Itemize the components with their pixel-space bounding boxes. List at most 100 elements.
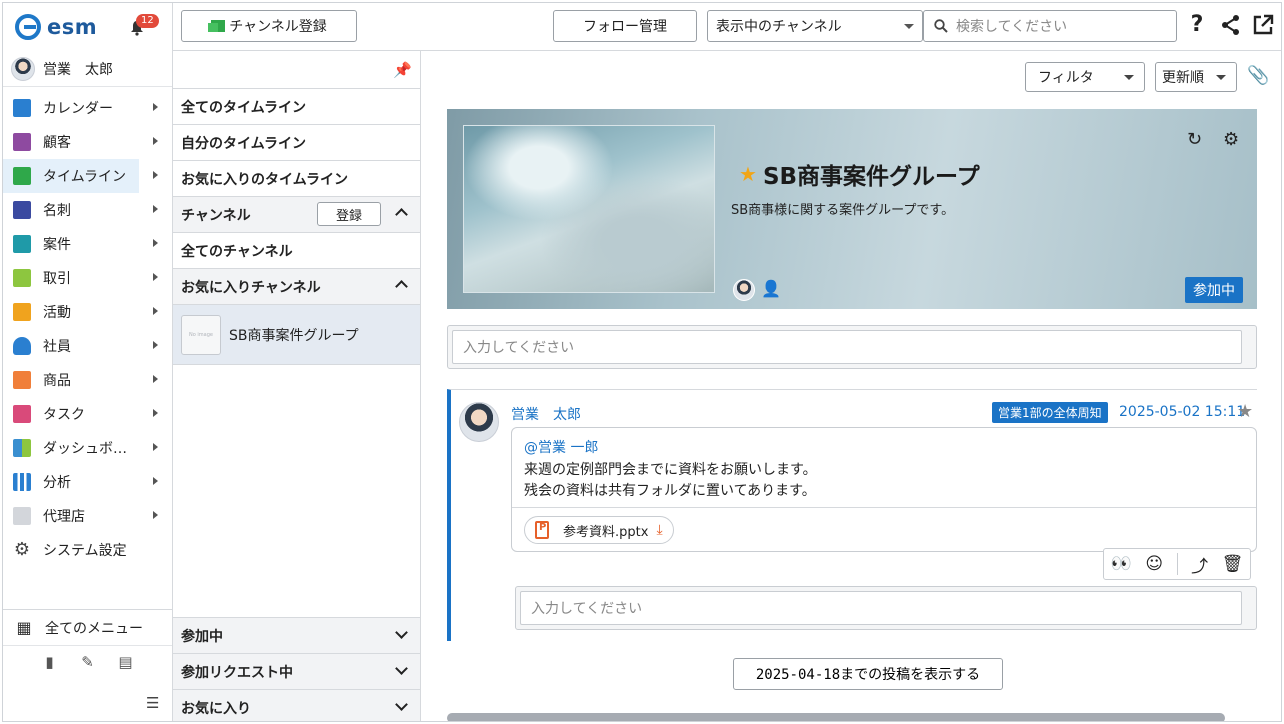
channel-register-button[interactable]: チャンネル登録 xyxy=(181,10,357,42)
channel-all-label: 全てのチャンネル xyxy=(181,243,293,260)
nav-item-deal[interactable]: 取引 xyxy=(3,261,172,295)
chevron-down-icon[interactable] xyxy=(395,698,408,711)
timeline-mine[interactable]: 自分のタイムライン xyxy=(173,125,420,161)
joined-badge[interactable]: 参加中 xyxy=(1185,277,1243,303)
chart-icon xyxy=(13,473,31,491)
post-composer: 入力してください xyxy=(447,325,1257,369)
chevron-right-icon xyxy=(153,171,158,179)
favorites-section-label: お気に入り xyxy=(181,701,251,717)
deal-icon xyxy=(13,269,31,287)
eyes-icon[interactable]: 👀 xyxy=(1111,554,1132,574)
business-card-icon xyxy=(13,201,31,219)
channel-item-sb[interactable]: No image SB商事案件グループ xyxy=(173,305,420,365)
gear-icon[interactable]: ⚙ xyxy=(1223,129,1239,150)
post-channel-tag[interactable]: 営業1部の全体周知 xyxy=(992,402,1108,423)
fav-channel-section-header[interactable]: お気に入りチャンネル xyxy=(173,269,420,305)
channel-register-small-button[interactable]: 登録 xyxy=(317,202,381,226)
chevron-right-icon xyxy=(153,273,158,281)
table-icon[interactable]: ▤ xyxy=(118,654,134,670)
scrollbar-thumb[interactable] xyxy=(447,713,1225,721)
logo[interactable]: esm 12 xyxy=(3,3,172,51)
download-icon[interactable]: ⤓ xyxy=(656,522,662,538)
requested-section-header[interactable]: 参加リクエスト中 xyxy=(173,654,420,690)
horizontal-scrollbar[interactable] xyxy=(447,713,1257,721)
member-avatar[interactable] xyxy=(733,279,755,301)
search-input[interactable]: 検索してください xyxy=(923,10,1177,42)
logo-text: esm xyxy=(47,15,98,39)
chevron-down-icon[interactable] xyxy=(395,662,408,675)
channel-all[interactable]: 全てのチャンネル xyxy=(173,233,420,269)
post-author[interactable]: 営業 太郎 xyxy=(511,404,581,424)
nav-item-activity[interactable]: 活動 xyxy=(3,295,172,329)
nav-item-business-card[interactable]: 名刺 xyxy=(3,193,172,227)
share-icon[interactable]: ⤴ xyxy=(1191,552,1208,577)
collapse-menu-icon[interactable]: ☰ xyxy=(146,694,159,712)
joined-section-header[interactable]: 参加中 xyxy=(173,618,420,654)
box-icon xyxy=(13,371,31,389)
timeline-favorite[interactable]: お気に入りのタイムライン xyxy=(173,161,420,197)
nav-item-analysis[interactable]: 分析 xyxy=(3,465,172,499)
clipboard-icon xyxy=(13,303,31,321)
star-icon[interactable]: ★ xyxy=(1237,401,1253,422)
share-icon[interactable] xyxy=(1219,13,1243,37)
nav-item-task[interactable]: タスク xyxy=(3,397,172,431)
document-icon xyxy=(13,507,31,525)
pptx-file-icon xyxy=(535,521,549,539)
avatar[interactable] xyxy=(459,402,499,442)
attachment-name: 参考資料.pptx xyxy=(563,524,649,540)
reply-input[interactable]: 入力してください xyxy=(520,591,1242,625)
member-list-icon[interactable]: 👤 xyxy=(761,279,781,298)
nav-item-label: 商品 xyxy=(43,373,71,389)
star-icon[interactable]: ★ xyxy=(739,162,757,186)
nav-item-customer[interactable]: 顧客 xyxy=(3,125,172,159)
channel-select[interactable]: 表示中のチャンネル xyxy=(707,10,923,42)
nav-item-agency[interactable]: 代理店 xyxy=(3,499,172,533)
open-external-icon[interactable] xyxy=(1251,13,1275,37)
chevron-right-icon xyxy=(153,341,158,349)
nav-item-system-settings[interactable]: ⚙ システム設定 xyxy=(3,533,172,567)
follow-manage-button[interactable]: フォロー管理 xyxy=(553,10,697,42)
nav-item-label: 活動 xyxy=(43,305,71,321)
top-bar: チャンネル登録 フォロー管理 表示中のチャンネル 検索してください ? xyxy=(173,3,1281,51)
chevron-down-icon xyxy=(1124,75,1134,80)
post-input[interactable]: 入力してください xyxy=(452,330,1242,364)
pin-row: 📌 xyxy=(173,51,420,89)
chevron-up-icon[interactable] xyxy=(395,280,408,293)
book-icon[interactable]: ▮ xyxy=(42,654,58,670)
pin-icon[interactable]: 📌 xyxy=(393,61,412,79)
favorites-section-header[interactable]: お気に入り xyxy=(173,690,420,721)
all-menu-button[interactable]: ▦ 全てのメニュー xyxy=(3,610,172,646)
post-mention[interactable]: @営業 一郎 xyxy=(524,437,598,457)
refresh-icon[interactable]: ↻ xyxy=(1187,129,1202,150)
sort-dropdown[interactable]: 更新順 xyxy=(1155,62,1237,92)
load-more-button[interactable]: 2025-04-18までの投稿を表示する xyxy=(733,658,1003,690)
chevron-right-icon xyxy=(153,307,158,315)
user-profile[interactable]: 営業 太郎 xyxy=(3,51,172,87)
nav-item-product[interactable]: 商品 xyxy=(3,363,172,397)
chevron-right-icon xyxy=(153,137,158,145)
attachment-chip[interactable]: 参考資料.pptx ⤓ xyxy=(524,516,674,544)
chevron-up-icon[interactable] xyxy=(395,208,408,221)
filter-dropdown[interactable]: フィルタ xyxy=(1025,62,1145,92)
trash-icon[interactable]: 🗑 xyxy=(1222,554,1244,574)
chevron-down-icon[interactable] xyxy=(395,626,408,639)
nav-item-timeline[interactable]: タイムライン xyxy=(3,159,158,193)
calendar-icon xyxy=(13,99,31,117)
nav-item-dashboard[interactable]: ダッシュボ… xyxy=(3,431,172,465)
divider xyxy=(1176,553,1178,575)
channel-register-label: チャンネル登録 xyxy=(229,18,327,34)
attachment-icon[interactable]: 📎 xyxy=(1247,65,1269,86)
wrench-icon[interactable]: ✎ xyxy=(80,654,96,670)
nav-item-project[interactable]: 案件 xyxy=(3,227,172,261)
channel-section-header[interactable]: チャンネル 登録 xyxy=(173,197,420,233)
nav-item-label: 分析 xyxy=(43,475,71,491)
nav-item-calendar[interactable]: カレンダー xyxy=(3,91,172,125)
timeline-all[interactable]: 全てのタイムライン xyxy=(173,89,420,125)
nav-item-label: タスク xyxy=(43,407,85,423)
help-icon[interactable]: ? xyxy=(1185,13,1209,37)
add-reaction-icon[interactable]: ☺ xyxy=(1145,554,1163,574)
nav-item-label: 顧客 xyxy=(43,135,71,151)
nav-menu: カレンダー 顧客 タイムライン 名刺 案件 取引 活動 社員 商品 タスク ダッ… xyxy=(3,91,172,567)
nav-item-employee[interactable]: 社員 xyxy=(3,329,172,363)
chevron-right-icon xyxy=(153,205,158,213)
